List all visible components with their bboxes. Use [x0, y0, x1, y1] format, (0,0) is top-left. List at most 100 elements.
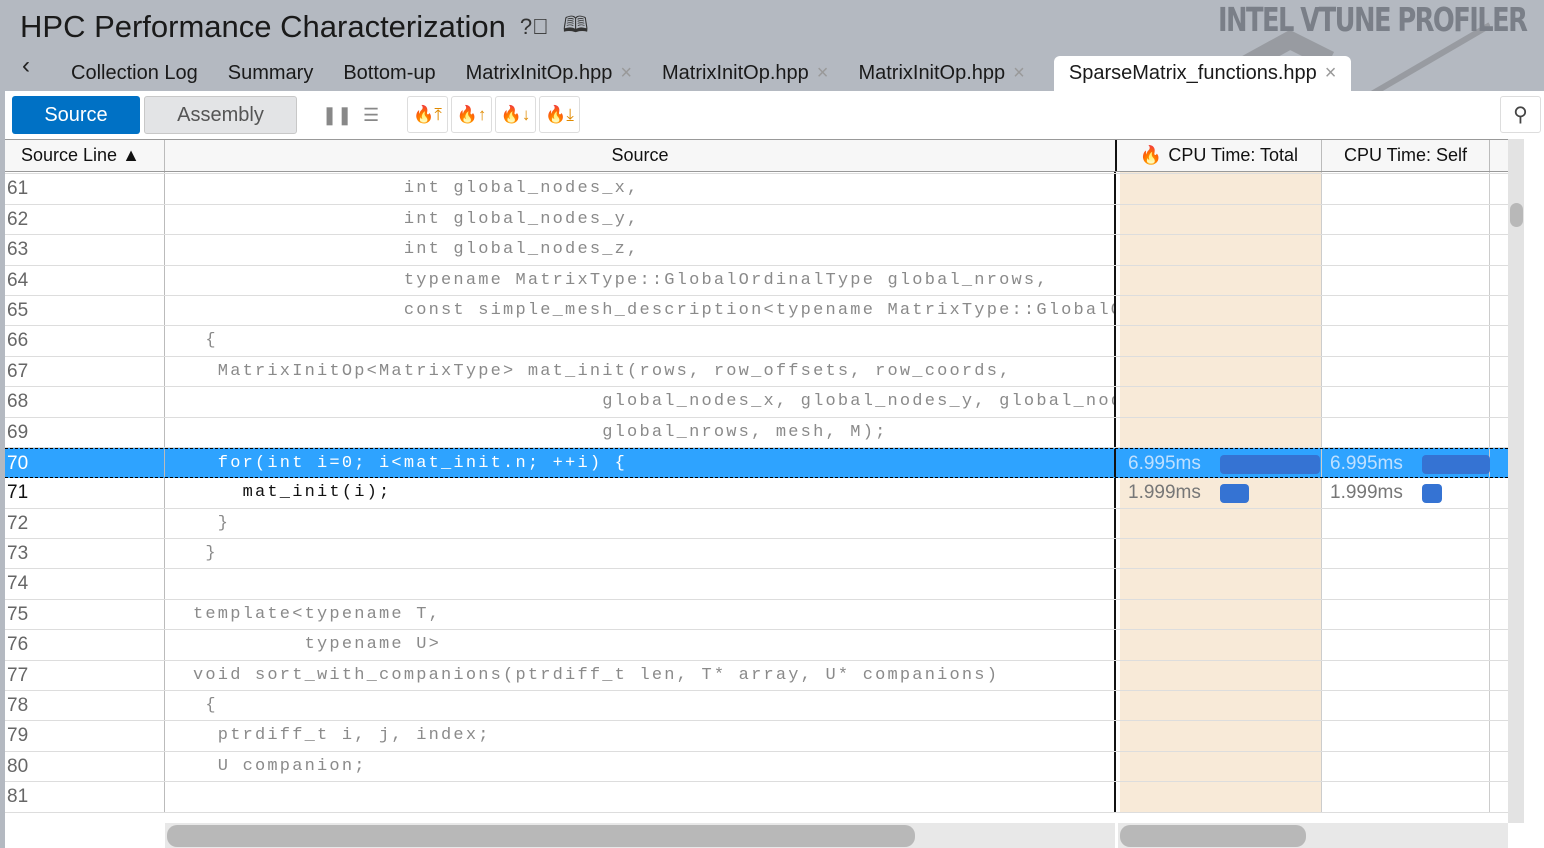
- search-icon[interactable]: ⚲: [1500, 96, 1541, 133]
- table-row[interactable]: 75 template<typename T,: [5, 599, 1508, 631]
- table-row[interactable]: 80 U companion;: [5, 751, 1508, 783]
- table-row[interactable]: 81: [5, 782, 1508, 813]
- line-number: 62: [5, 204, 165, 235]
- cpu-self-cell: [1322, 660, 1490, 691]
- code-line: int global_nodes_y,: [165, 204, 1116, 235]
- cpu-self-cell: [1322, 782, 1490, 812]
- cpu-self-value: 1.999ms: [1330, 482, 1403, 504]
- cpu-total-cell: [1120, 417, 1322, 447]
- tab-label: Bottom-up: [343, 62, 436, 84]
- back-icon[interactable]: ‹: [22, 52, 30, 80]
- tab-label: Collection Log: [71, 62, 198, 84]
- close-icon[interactable]: ×: [1013, 62, 1025, 91]
- col-cpu-total-label: CPU Time: Total: [1168, 145, 1299, 165]
- table-row[interactable]: 76 typename U>: [5, 630, 1508, 661]
- cpu-self-value: 6.995ms: [1330, 452, 1403, 474]
- table-row[interactable]: 69 global_nrows, mesh, M);: [5, 417, 1508, 448]
- tab-5[interactable]: MatrixInitOp.hpp ×: [843, 56, 1039, 91]
- code-line: ptrdiff_t i, j, index;: [165, 721, 1116, 751]
- table-row[interactable]: 73 }: [5, 539, 1508, 570]
- tab-4[interactable]: MatrixInitOp.hpp ×: [647, 56, 843, 91]
- col-source[interactable]: Source: [165, 140, 1117, 171]
- line-number: 71: [5, 478, 165, 508]
- table-row[interactable]: 64 typename MatrixType::GlobalOrdinalTyp…: [5, 265, 1508, 296]
- book-icon[interactable]: 🕮: [563, 8, 589, 46]
- cpu-total-cell: [1120, 204, 1322, 235]
- cpu-total-bar: [1220, 484, 1249, 504]
- cpu-self-cell: [1322, 417, 1490, 447]
- code-line: U companion;: [165, 751, 1116, 782]
- vertical-scroll-thumb[interactable]: [1510, 203, 1523, 227]
- metrics-hscrollbar[interactable]: [1118, 823, 1508, 848]
- tab-1[interactable]: Summary: [213, 56, 329, 91]
- vertical-scrollbar[interactable]: [1508, 139, 1524, 823]
- source-table: 60 const std::vector<int>& row_coords,61…: [5, 172, 1508, 823]
- table-row[interactable]: 71 mat_init(i); 1.999ms 1.999ms: [5, 478, 1508, 509]
- table-row[interactable]: 66 {: [5, 326, 1508, 357]
- close-icon[interactable]: ×: [1325, 62, 1337, 91]
- close-icon[interactable]: ×: [817, 62, 829, 91]
- tab-label: MatrixInitOp.hpp: [858, 62, 1006, 84]
- table-row[interactable]: 68 global_nodes_x, global_nodes_y, globa…: [5, 387, 1508, 418]
- line-number: 64: [5, 265, 165, 295]
- hottest-last-icon[interactable]: 🔥⤓: [539, 96, 580, 133]
- vtune-logo: INTEL VTUNE PROFILER: [1217, 0, 1528, 39]
- table-row[interactable]: 63 int global_nodes_z,: [5, 235, 1508, 266]
- table-row[interactable]: 61 int global_nodes_x,: [5, 174, 1508, 205]
- line-number: 77: [5, 660, 165, 691]
- tab-2[interactable]: Bottom-up: [328, 56, 450, 91]
- table-row[interactable]: 67 MatrixInitOp<MatrixType> mat_init(row…: [5, 356, 1508, 388]
- cpu-total-value: 6.995ms: [1128, 452, 1201, 474]
- cpu-total-cell: [1120, 508, 1322, 539]
- cpu-self-cell: [1322, 295, 1490, 326]
- line-number: 68: [5, 387, 165, 417]
- table-row[interactable]: 79 ptrdiff_t i, j, index;: [5, 721, 1508, 752]
- code-line: [165, 569, 1116, 599]
- col-cpu-self[interactable]: CPU Time: Self: [1322, 140, 1490, 171]
- cpu-self-cell: [1322, 539, 1490, 569]
- line-number: 67: [5, 356, 165, 387]
- table-row[interactable]: 78 {: [5, 691, 1508, 722]
- table-row[interactable]: 65 const simple_mesh_description<typenam…: [5, 295, 1508, 327]
- code-line: void sort_with_companions(ptrdiff_t len,…: [165, 660, 1116, 691]
- tab-label: MatrixInitOp.hpp: [662, 62, 809, 84]
- cpu-total-cell: [1120, 356, 1322, 387]
- hottest-first-icon[interactable]: 🔥⤒: [407, 96, 448, 133]
- cpu-self-cell: [1322, 204, 1490, 235]
- col-source-line[interactable]: Source Line ▲: [5, 140, 165, 171]
- stacked-layout-icon[interactable]: ☰: [363, 105, 379, 126]
- hotter-up-icon[interactable]: 🔥↑: [451, 96, 492, 133]
- cpu-self-cell: [1322, 721, 1490, 751]
- code-line: }: [165, 539, 1116, 569]
- table-row[interactable]: 74: [5, 569, 1508, 600]
- close-icon[interactable]: ×: [620, 62, 632, 91]
- tab-label: SparseMatrix_functions.hpp: [1068, 62, 1317, 84]
- cpu-total-cell: [1120, 721, 1322, 751]
- code-line: typename MatrixType::GlobalOrdinalType g…: [165, 265, 1116, 295]
- cpu-total-cell: [1120, 387, 1322, 417]
- source-hscrollbar[interactable]: [165, 823, 1115, 848]
- source-button[interactable]: Source: [12, 96, 140, 134]
- line-number: 75: [5, 599, 165, 630]
- table-row[interactable]: 77 void sort_with_companions(ptrdiff_t le…: [5, 660, 1508, 692]
- table-header: Source Line ▲ Source 🔥 CPU Time: Total CP…: [5, 139, 1508, 172]
- col-cpu-total[interactable]: 🔥 CPU Time: Total: [1117, 140, 1322, 171]
- table-row[interactable]: 70 for(int i=0; i<mat_init.n; ++i) {6.99…: [5, 447, 1508, 479]
- cpu-total-cell: [1120, 782, 1322, 812]
- tab-0[interactable]: Collection Log: [56, 56, 213, 91]
- cpu-total-cell: 1.999ms: [1120, 478, 1322, 508]
- tab-3[interactable]: MatrixInitOp.hpp ×: [451, 56, 647, 91]
- cpu-self-cell: [1322, 174, 1490, 204]
- line-number: 73: [5, 539, 165, 569]
- table-row[interactable]: 62 int global_nodes_y,: [5, 204, 1508, 236]
- line-number: 60: [5, 172, 165, 174]
- help-icon[interactable]: ?⃝: [520, 14, 549, 40]
- side-by-side-layout-icon[interactable]: ❚❚: [322, 105, 352, 126]
- source-hscroll-thumb[interactable]: [167, 825, 915, 847]
- tab-6[interactable]: SparseMatrix_functions.hpp ×: [1053, 56, 1352, 91]
- hotter-down-icon[interactable]: 🔥↓: [495, 96, 536, 133]
- assembly-button[interactable]: Assembly: [144, 96, 297, 134]
- tab-label: Summary: [227, 62, 314, 84]
- metrics-hscroll-thumb[interactable]: [1120, 825, 1306, 847]
- table-row[interactable]: 72 }: [5, 508, 1508, 540]
